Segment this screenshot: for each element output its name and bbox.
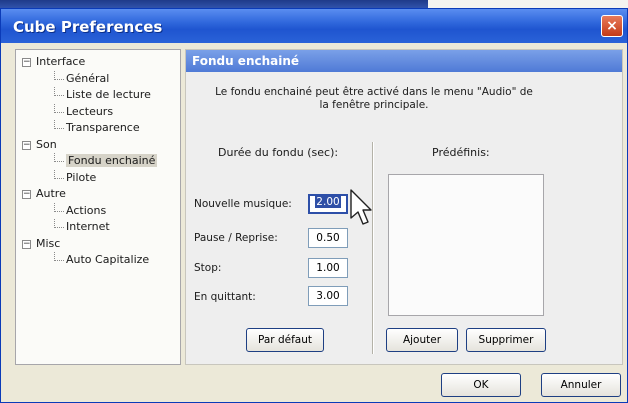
- close-button[interactable]: ×: [601, 15, 623, 37]
- tree-collapse-icon[interactable]: −: [22, 140, 31, 150]
- pause-resume-input[interactable]: [308, 228, 348, 248]
- tree-item-transparence[interactable]: Transparence: [20, 120, 180, 137]
- presets-group-title: Prédéfinis:: [432, 146, 490, 159]
- preferences-window: Cube Preferences × − Interface Général L…: [0, 8, 628, 403]
- tree-item-autre[interactable]: − Autre: [20, 186, 180, 203]
- title-bar[interactable]: Cube Preferences ×: [1, 9, 627, 43]
- tree-item-son[interactable]: − Son: [20, 137, 180, 154]
- ok-button[interactable]: OK: [441, 373, 521, 397]
- tree-item-fondu-enchaine[interactable]: Fondu enchainé: [20, 153, 180, 170]
- remove-preset-button[interactable]: Supprimer: [466, 328, 546, 352]
- tree-item-liste-de-lecture[interactable]: Liste de lecture: [20, 87, 180, 104]
- tree-item-misc[interactable]: − Misc: [20, 236, 180, 253]
- panel-title: Fondu enchainé: [186, 50, 622, 72]
- close-icon: ×: [606, 18, 618, 34]
- tree-item-general[interactable]: Général: [20, 70, 180, 88]
- cancel-button[interactable]: Annuler: [541, 373, 621, 397]
- new-music-input[interactable]: 2.00: [308, 194, 348, 214]
- on-quit-label: En quittant:: [194, 291, 256, 303]
- stop-label: Stop:: [194, 262, 222, 274]
- tree-item-pilote[interactable]: Pilote: [20, 169, 180, 187]
- mouse-pointer-icon: [350, 189, 372, 225]
- durations-group-title: Durée du fondu (sec):: [218, 146, 339, 159]
- tree-item-interface[interactable]: − Interface: [20, 54, 180, 71]
- tree-collapse-icon[interactable]: −: [22, 58, 31, 67]
- add-preset-button[interactable]: Ajouter: [386, 328, 458, 352]
- default-button[interactable]: Par défaut: [246, 328, 324, 352]
- pause-resume-label: Pause / Reprise:: [194, 232, 278, 244]
- on-quit-input[interactable]: [308, 286, 348, 306]
- group-divider: [372, 142, 374, 354]
- tree-item-internet[interactable]: Internet: [20, 219, 180, 236]
- window-title: Cube Preferences: [13, 18, 163, 36]
- tree-item-auto-capitalize[interactable]: Auto Capitalize: [20, 252, 180, 269]
- tree-collapse-icon[interactable]: −: [22, 190, 31, 199]
- tree-collapse-icon[interactable]: −: [22, 239, 31, 249]
- tree-item-actions[interactable]: Actions: [20, 202, 180, 220]
- preferences-tree[interactable]: − Interface Général Liste de lecture Lec…: [15, 49, 181, 365]
- tree-item-lecteurs[interactable]: Lecteurs: [20, 103, 180, 121]
- settings-panel: Fondu enchainé Le fondu enchainé peut êt…: [185, 49, 623, 365]
- new-music-label: Nouvelle musique:: [194, 198, 292, 210]
- presets-list[interactable]: [388, 174, 544, 316]
- panel-description: Le fondu enchainé peut être activé dans …: [215, 86, 533, 111]
- stop-input[interactable]: [308, 258, 348, 278]
